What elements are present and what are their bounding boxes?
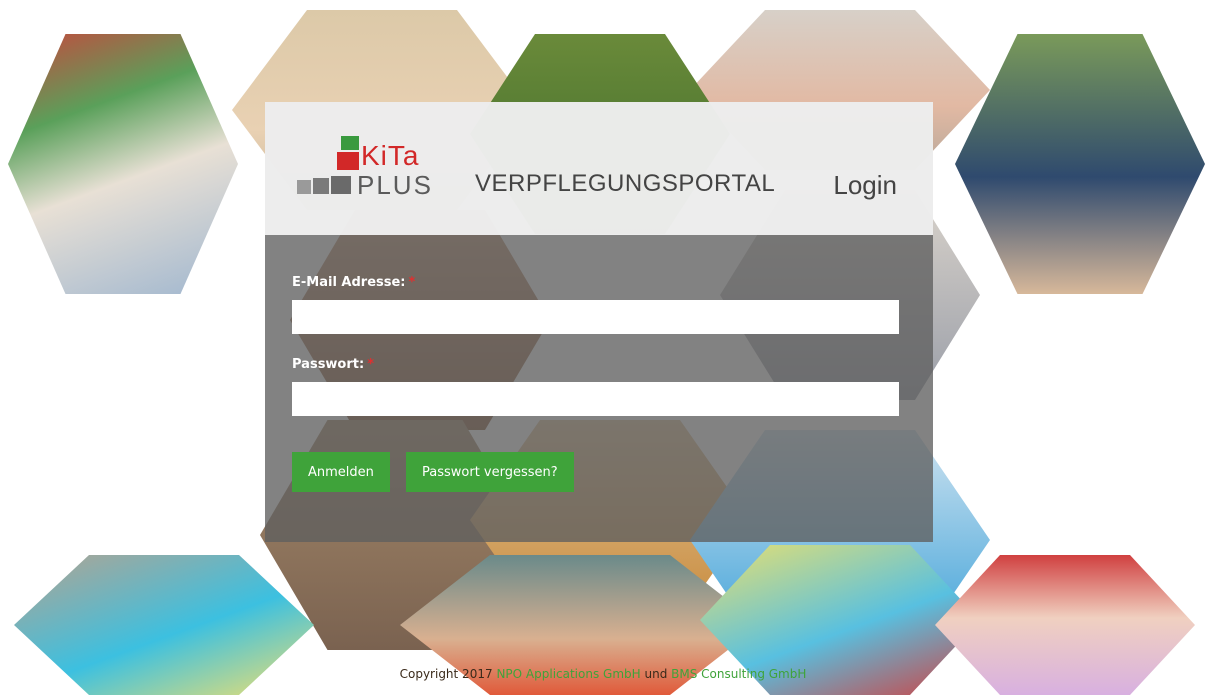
email-field[interactable]: [292, 300, 899, 334]
logo-text-kita: KiTa: [361, 140, 420, 171]
email-label-text: E-Mail Adresse:: [292, 275, 406, 290]
copyright-text: Copyright 2017: [399, 667, 493, 681]
password-label: Passwort: *: [292, 357, 374, 372]
card-header: KiTa PLUS VERPFLEGUNGSPORTAL Login: [265, 102, 933, 235]
logo-square-grey: [331, 176, 351, 194]
logo-text-plus: PLUS: [357, 170, 433, 200]
kitaplus-logo: KiTa PLUS: [297, 136, 437, 200]
company-link-npo[interactable]: NPO Applications GmbH: [496, 667, 640, 681]
required-marker: *: [408, 275, 416, 290]
logo-square-red: [337, 152, 359, 170]
logo-square-green: [341, 136, 359, 150]
page-title: Login: [833, 170, 897, 200]
company-link-bms[interactable]: BMS Consulting GmbH: [671, 667, 806, 681]
password-label-text: Passwort:: [292, 357, 365, 372]
background-photo: [8, 34, 238, 294]
password-field[interactable]: [292, 382, 899, 416]
logo-square-grey: [313, 178, 329, 194]
portal-title: VERPFLEGUNGSPORTAL: [475, 170, 776, 197]
login-button[interactable]: Anmelden: [292, 452, 390, 492]
forgot-password-button[interactable]: Passwort vergessen?: [406, 452, 574, 492]
required-marker: *: [367, 357, 375, 372]
email-label: E-Mail Adresse: *: [292, 275, 415, 290]
logo-square-grey: [297, 180, 311, 194]
login-card: KiTa PLUS VERPFLEGUNGSPORTAL Login E-Mai…: [265, 102, 933, 542]
copyright-footer: Copyright 2017 NPO Applications GmbH und…: [0, 667, 1206, 681]
background-photo: [955, 34, 1205, 294]
footer-joiner: und: [644, 667, 668, 681]
